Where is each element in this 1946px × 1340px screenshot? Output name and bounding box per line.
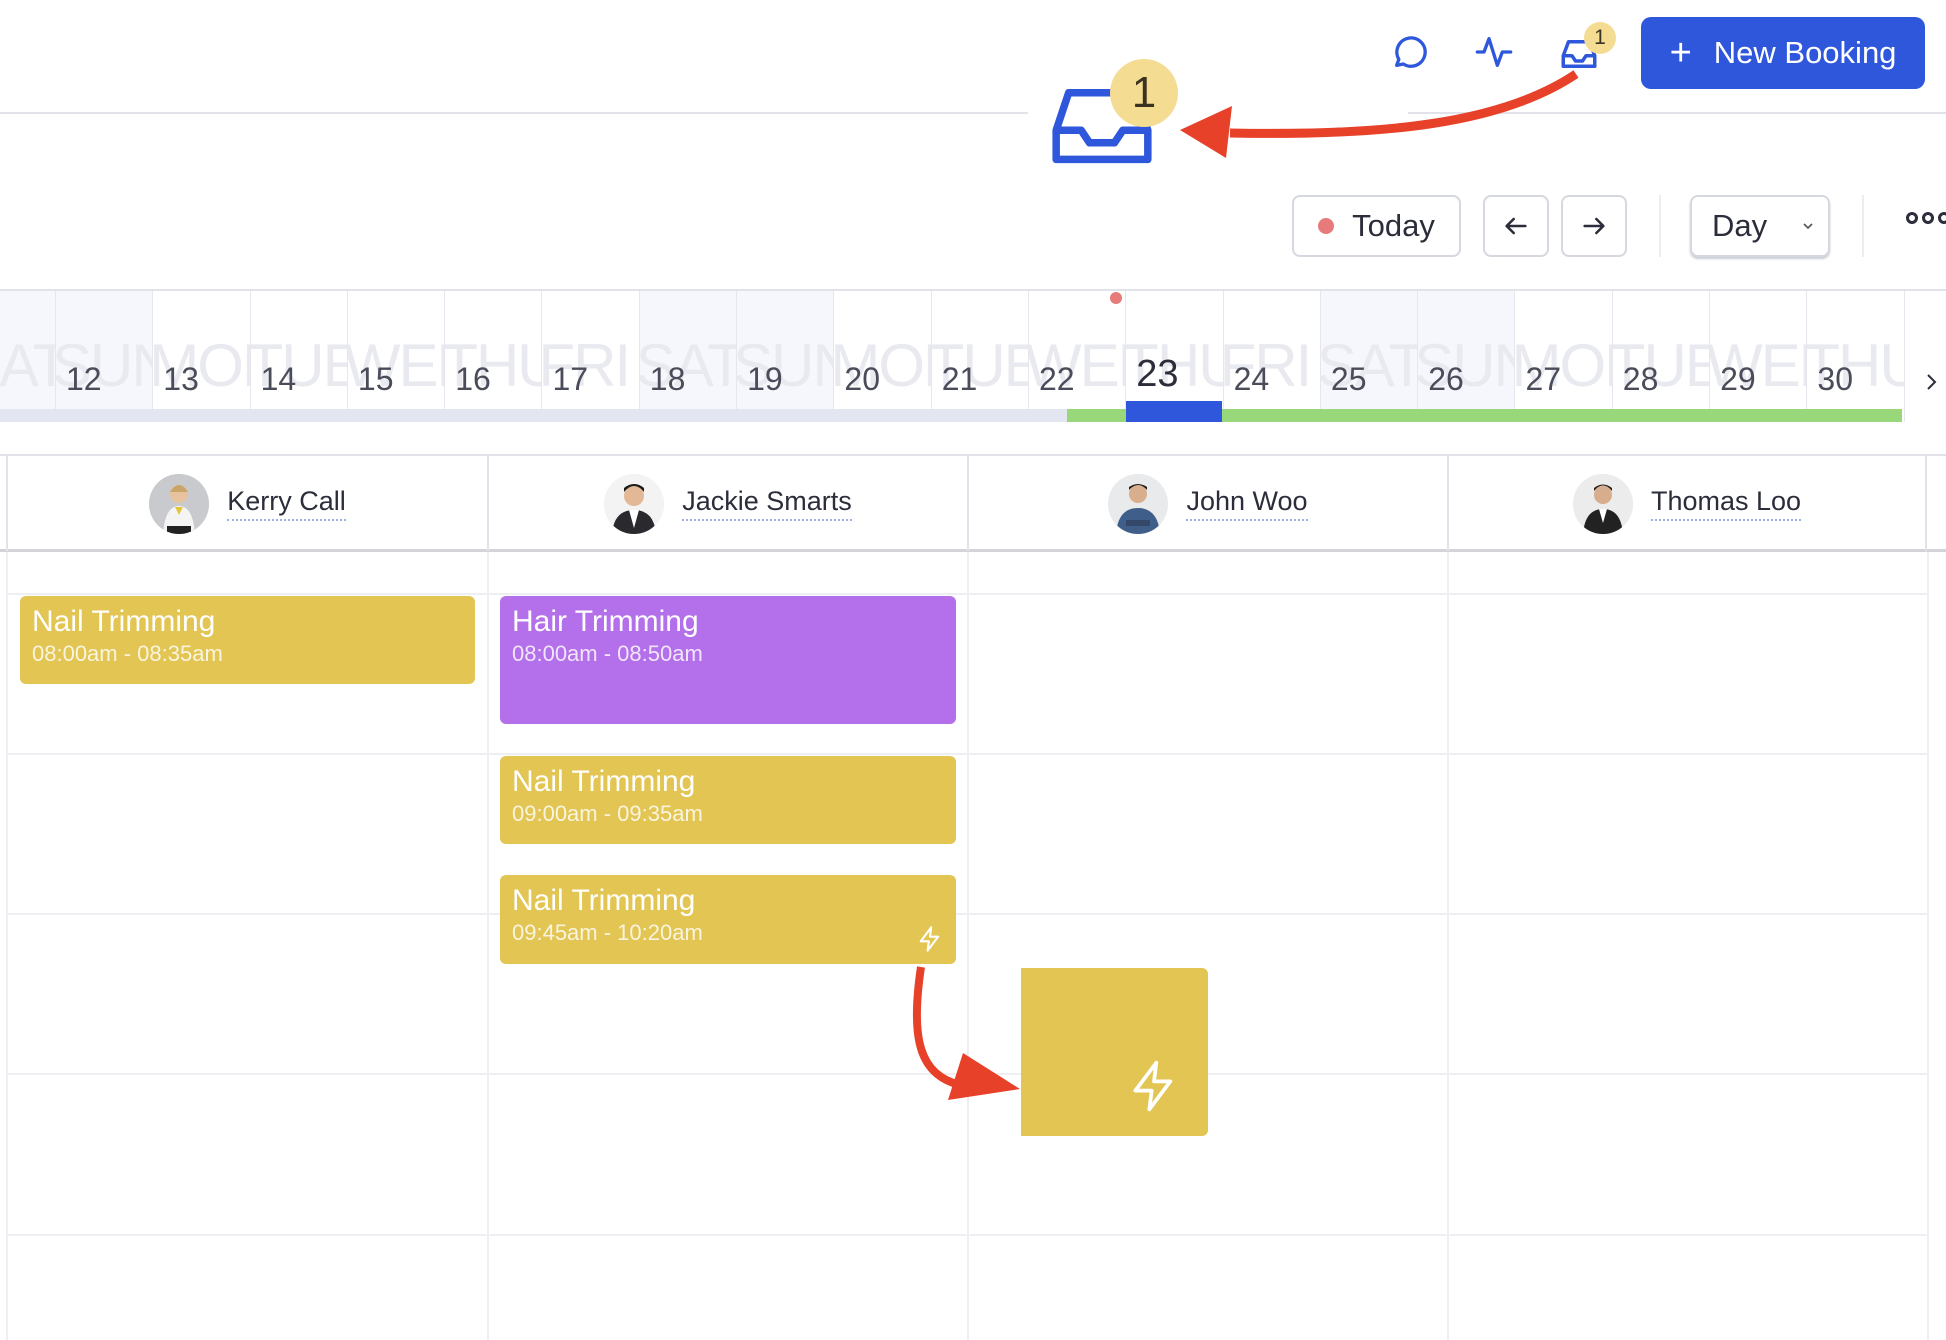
- annotation-arrow-event: [912, 966, 1020, 1100]
